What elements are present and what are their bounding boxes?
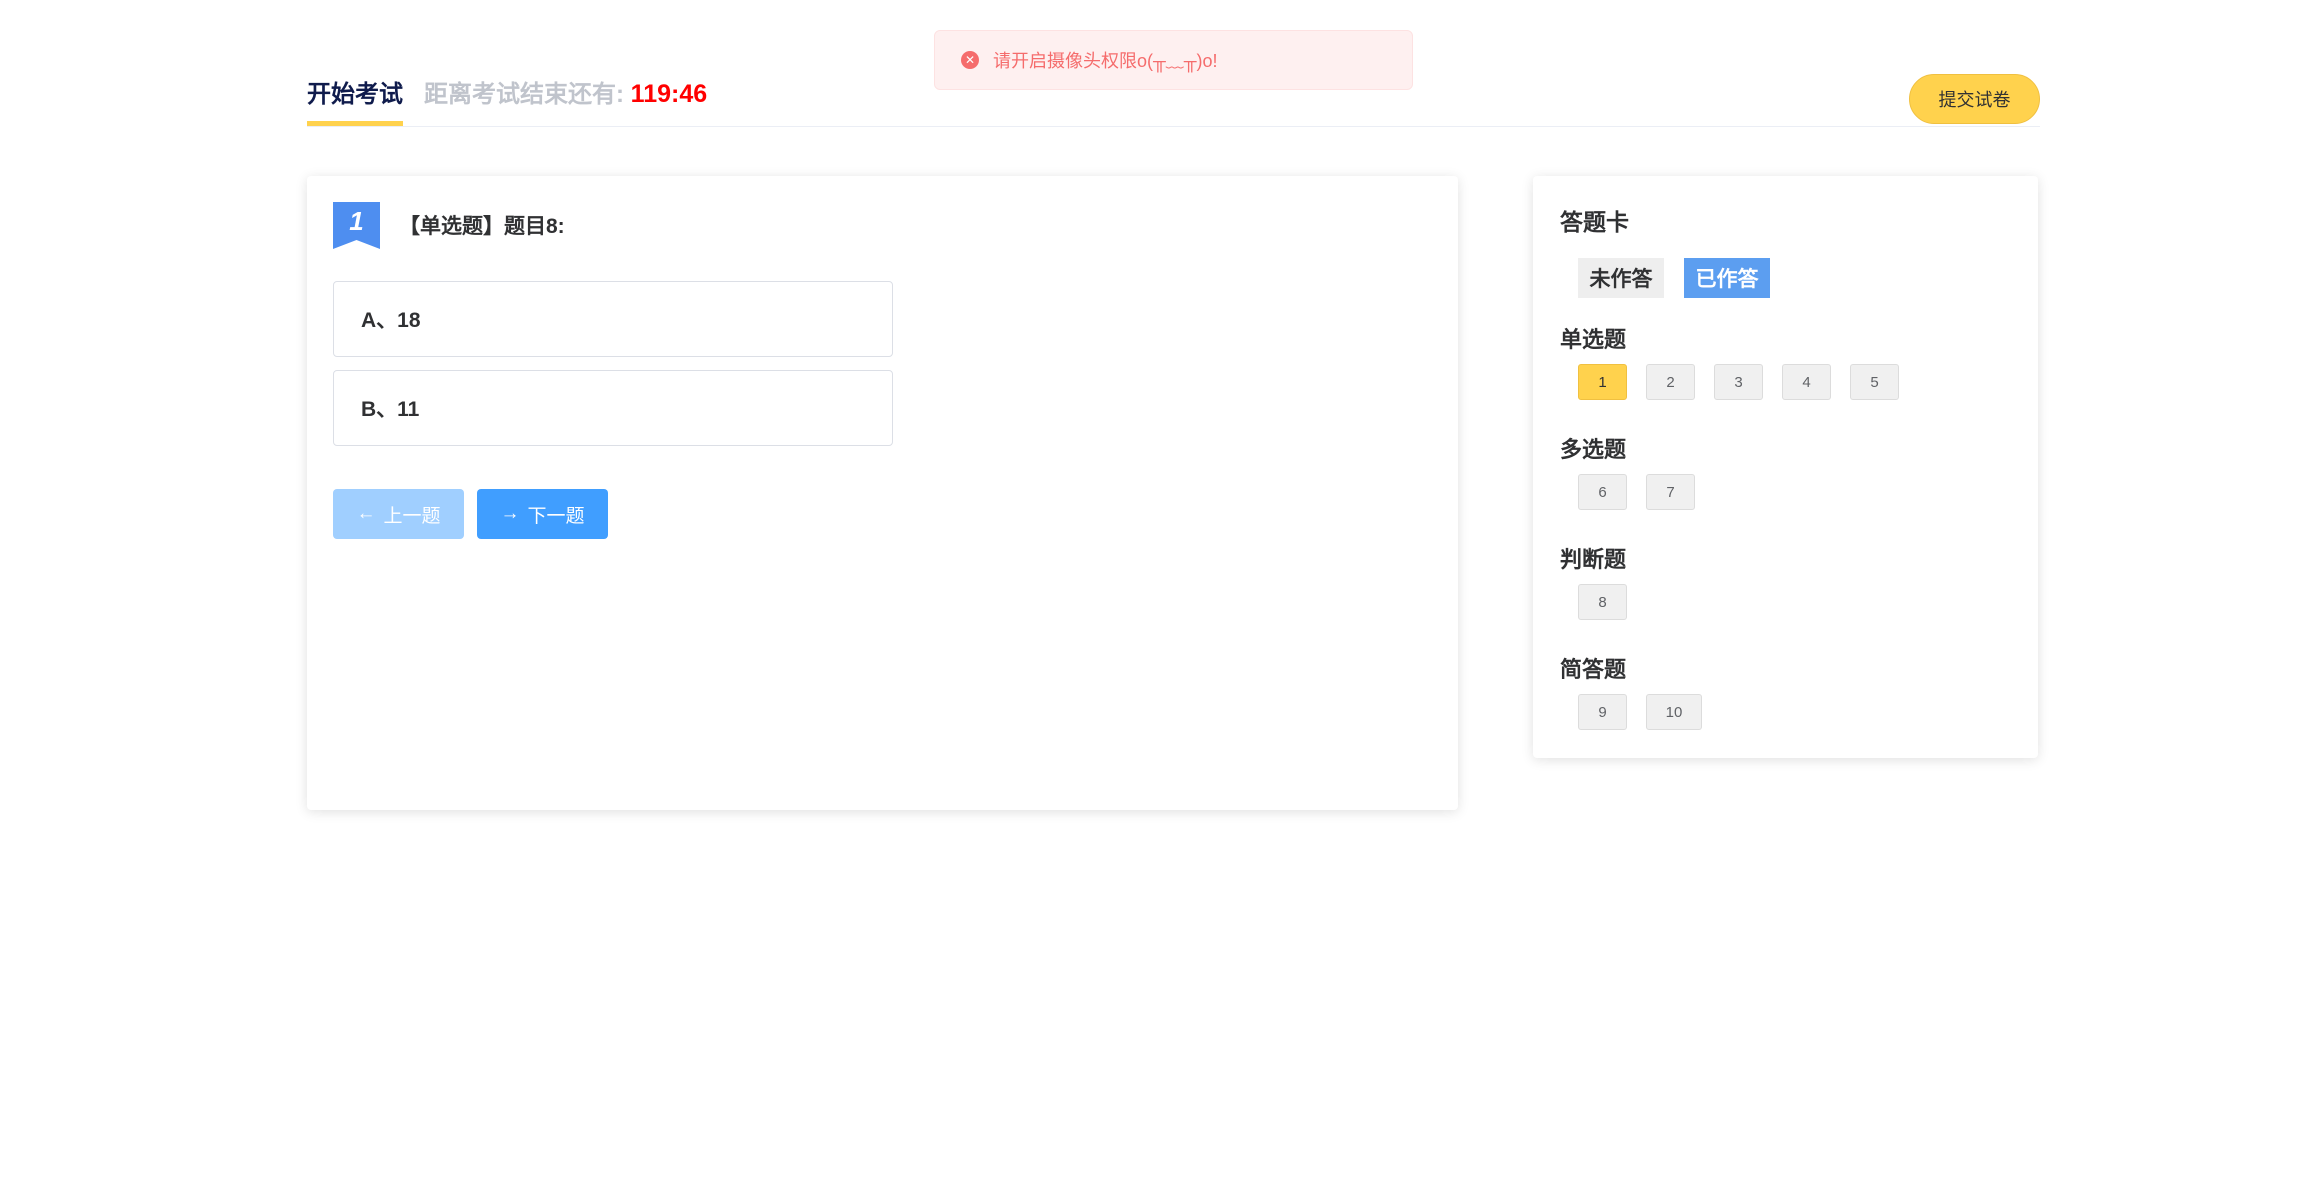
question-nav-10[interactable]: 10 xyxy=(1646,694,1702,730)
question-card: 1 【单选题】题目8: A、18 B、11 ← 上一题 → 下一题 xyxy=(307,176,1458,810)
answer-sheet-card: 答题卡 未作答 已作答 单选题 1 2 3 4 5 多选题 6 7 判断题 8 … xyxy=(1533,176,2038,758)
question-nav-5[interactable]: 5 xyxy=(1850,364,1899,400)
question-number: 1 xyxy=(349,206,364,236)
question-nav-7[interactable]: 7 xyxy=(1646,474,1695,510)
legend-unanswered: 未作答 xyxy=(1578,258,1664,298)
question-nav-6[interactable]: 6 xyxy=(1578,474,1627,510)
countdown-time: 119:46 xyxy=(630,80,708,108)
question-number-badge: 1 xyxy=(333,202,380,249)
section-title-multiple-choice: 多选题 xyxy=(1560,437,1627,462)
exam-header: 开始考试 距离考试结束还有: 119:46 提交试卷 xyxy=(307,62,2040,127)
question-nav-3[interactable]: 3 xyxy=(1714,364,1763,400)
next-question-label: 下一题 xyxy=(527,505,585,527)
question-nav-4[interactable]: 4 xyxy=(1782,364,1831,400)
arrow-right-icon: → xyxy=(500,503,520,524)
countdown: 距离考试结束还有: 119:46 xyxy=(424,74,707,109)
multiple-choice-row: 6 7 xyxy=(1578,474,1695,510)
legend-answered: 已作答 xyxy=(1684,258,1770,298)
arrow-left-icon: ← xyxy=(356,503,376,524)
answer-sheet-title: 答题卡 xyxy=(1560,209,1629,235)
option-b[interactable]: B、11 xyxy=(333,370,893,446)
option-b-label: B、11 xyxy=(361,398,420,421)
section-title-true-false: 判断题 xyxy=(1560,547,1627,572)
option-a[interactable]: A、18 xyxy=(333,281,893,357)
countdown-label: 距离考试结束还有: xyxy=(424,81,624,108)
next-question-button[interactable]: → 下一题 xyxy=(477,489,608,539)
single-choice-row: 1 2 3 4 5 xyxy=(1578,364,1899,400)
question-nav-9[interactable]: 9 xyxy=(1578,694,1627,730)
short-answer-row: 9 10 xyxy=(1578,694,1702,730)
question-nav-1[interactable]: 1 xyxy=(1578,364,1627,400)
section-title-single-choice: 单选题 xyxy=(1560,327,1627,352)
option-a-label: A、18 xyxy=(361,309,421,332)
true-false-row: 8 xyxy=(1578,584,1627,620)
tab-start-exam[interactable]: 开始考试 xyxy=(307,74,403,126)
prev-question-label: 上一题 xyxy=(383,505,441,527)
question-nav-8[interactable]: 8 xyxy=(1578,584,1627,620)
prev-question-button[interactable]: ← 上一题 xyxy=(333,489,464,539)
section-title-short-answer: 简答题 xyxy=(1560,657,1627,682)
question-title: 【单选题】题目8: xyxy=(399,215,565,238)
submit-exam-button[interactable]: 提交试卷 xyxy=(1909,74,2040,124)
question-nav-2[interactable]: 2 xyxy=(1646,364,1695,400)
